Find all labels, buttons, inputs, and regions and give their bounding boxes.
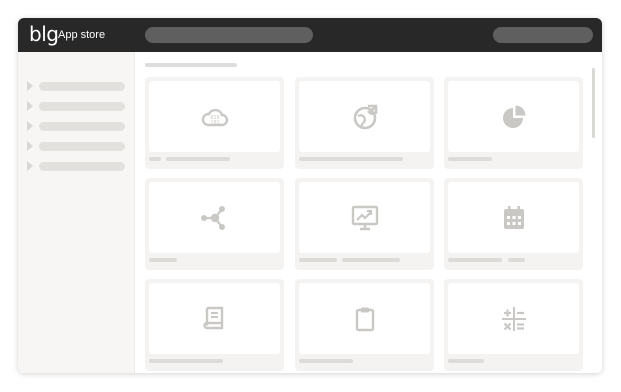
sidebar-item[interactable] <box>27 161 127 171</box>
chevron-right-icon[interactable] <box>27 141 33 151</box>
app-card-preview: 010 101 <box>149 81 280 152</box>
app-card-meta <box>166 157 230 161</box>
app-card-meta <box>149 359 223 363</box>
app-card-preview <box>448 283 579 354</box>
chevron-right-icon[interactable] <box>27 121 33 131</box>
calculator-icon <box>499 304 529 334</box>
app-card-meta <box>508 258 525 262</box>
monitor-chart-icon <box>350 203 380 233</box>
chevron-right-icon[interactable] <box>27 81 33 91</box>
account-menu-button[interactable] <box>493 27 593 43</box>
sidebar-item-label <box>39 82 125 91</box>
logo[interactable]: blg <box>29 23 59 45</box>
network-hub-icon <box>200 203 230 233</box>
sidebar-item-label <box>39 162 125 171</box>
chevron-right-icon[interactable] <box>27 161 33 171</box>
app-card-preview <box>448 182 579 253</box>
app-card-meta <box>299 258 337 262</box>
globe-arrow-icon <box>350 102 380 132</box>
app-card[interactable] <box>145 279 284 371</box>
app-card-meta <box>448 157 492 161</box>
main-content: 010 101 <box>135 52 602 373</box>
cloud-data-icon: 010 101 <box>200 102 230 132</box>
app-card[interactable] <box>145 178 284 270</box>
app-card-meta <box>448 258 502 262</box>
app-card-preview <box>299 283 430 354</box>
sidebar <box>18 52 135 373</box>
top-bar: blg App store <box>18 18 602 52</box>
app-card-meta <box>299 359 353 363</box>
app-card[interactable] <box>444 279 583 371</box>
app-card-meta <box>299 157 403 161</box>
app-card-preview <box>149 283 280 354</box>
app-card-meta <box>342 258 400 262</box>
clipboard-icon <box>350 304 380 334</box>
app-card-meta <box>149 258 177 262</box>
app-card[interactable] <box>295 178 434 270</box>
app-card-preview <box>149 182 280 253</box>
section-title <box>145 63 237 67</box>
chevron-right-icon[interactable] <box>27 101 33 111</box>
sidebar-item[interactable] <box>27 101 127 111</box>
sidebar-item-label <box>39 122 125 131</box>
app-card[interactable] <box>295 77 434 169</box>
scrollbar[interactable] <box>592 68 595 138</box>
sidebar-item[interactable] <box>27 81 127 91</box>
app-card-preview <box>299 81 430 152</box>
app-card[interactable] <box>295 279 434 371</box>
sidebar-item-label <box>39 142 125 151</box>
app-card[interactable] <box>444 77 583 169</box>
calendar-icon <box>499 203 529 233</box>
book-icon <box>200 304 230 334</box>
app-window: blg App store 010 101 <box>18 18 602 373</box>
app-card-meta <box>448 359 484 363</box>
search-input[interactable] <box>145 27 313 43</box>
svg-text:101: 101 <box>210 120 219 126</box>
app-title: App store <box>58 29 106 41</box>
app-card[interactable] <box>444 178 583 270</box>
pie-chart-icon <box>499 102 529 132</box>
app-card-meta <box>149 157 161 161</box>
app-card-preview <box>448 81 579 152</box>
sidebar-item[interactable] <box>27 121 127 131</box>
app-card[interactable]: 010 101 <box>145 77 284 169</box>
sidebar-item[interactable] <box>27 141 127 151</box>
app-card-preview <box>299 182 430 253</box>
sidebar-item-label <box>39 102 125 111</box>
